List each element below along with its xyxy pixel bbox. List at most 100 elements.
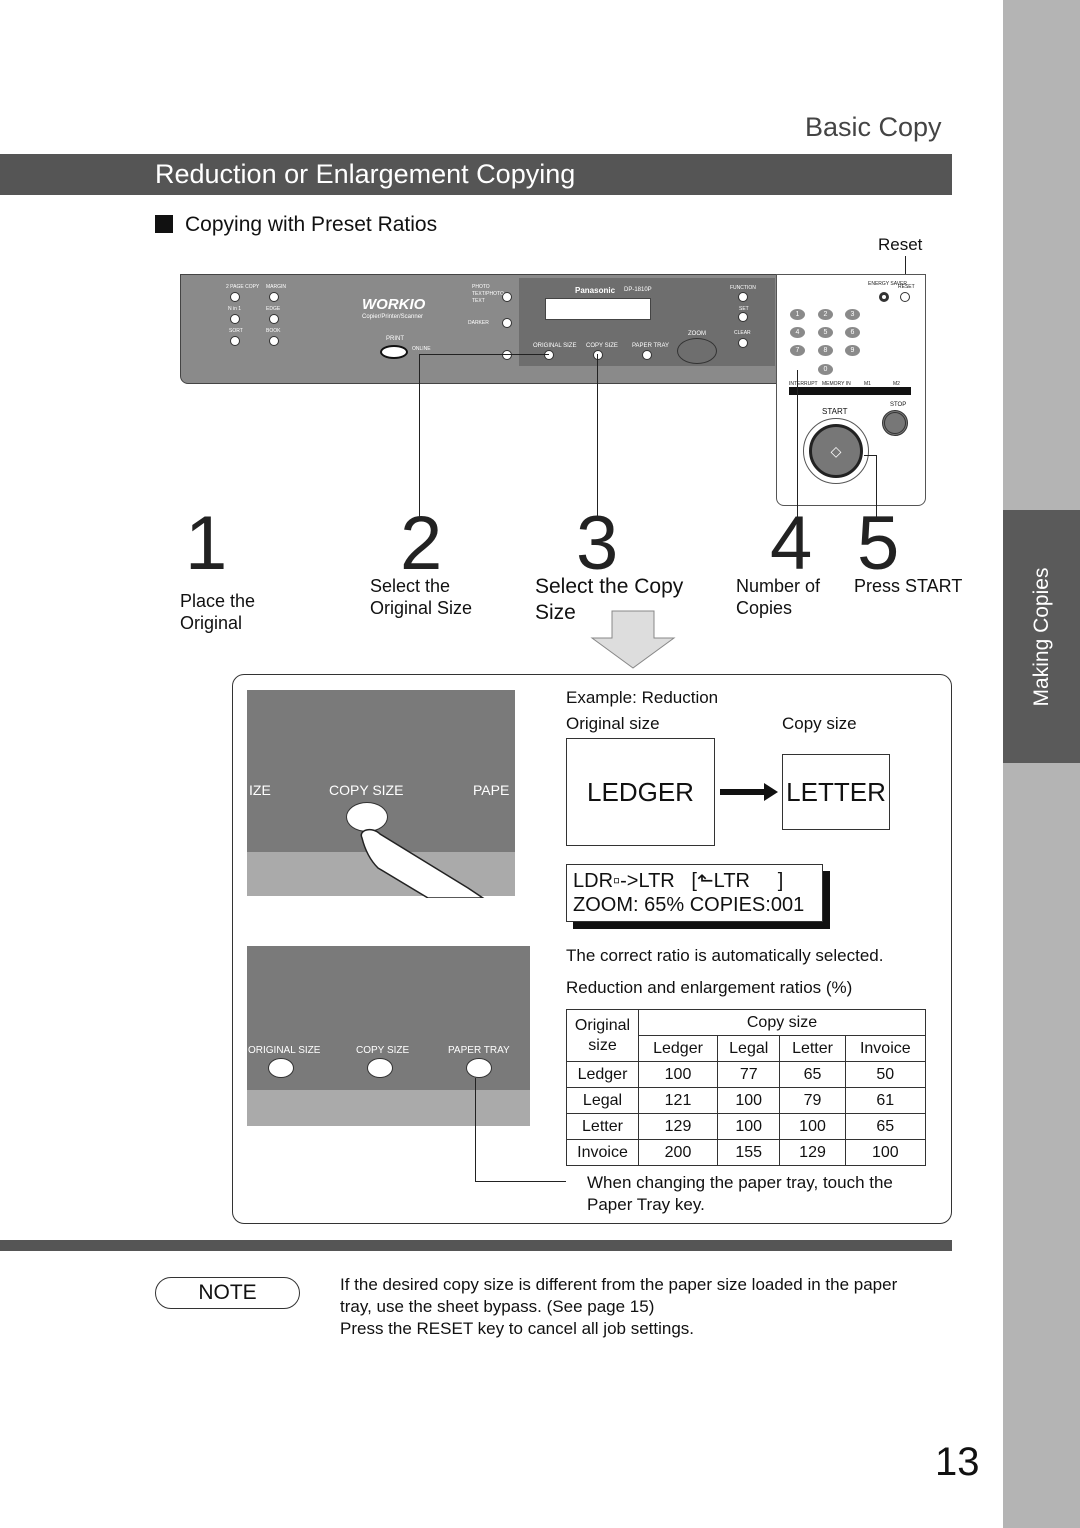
cell: 200 <box>637 1139 719 1166</box>
energy-saver-button[interactable] <box>879 292 889 302</box>
panel-label-photo: PHOTO <box>472 284 490 290</box>
panel-label-start: START <box>822 407 848 416</box>
photo1-label-right: PAPE <box>473 782 510 798</box>
auto-ratio-text: The correct ratio is automatically selec… <box>566 946 884 965</box>
cell: 79 <box>779 1087 846 1114</box>
reset-callout: Reset <box>878 235 923 254</box>
tray-leader-h <box>475 1181 566 1182</box>
key-5[interactable]: 5 <box>818 327 833 338</box>
panel-label-darker: DARKER <box>468 320 489 326</box>
zoom-dial[interactable] <box>677 338 717 364</box>
sort-button[interactable] <box>230 336 240 346</box>
panel-label-text: TEXT <box>472 298 485 304</box>
step-2-number: 2 <box>400 501 443 586</box>
clear-button[interactable] <box>738 338 748 348</box>
key-1[interactable]: 1 <box>790 309 805 320</box>
panel-label-print: PRINT <box>386 336 404 342</box>
cell: 100 <box>717 1113 781 1140</box>
leader-5h <box>864 455 876 456</box>
header-original-size: Original size <box>566 1009 639 1062</box>
photo2-label-paper-tray: PAPER TRAY <box>448 1045 510 1056</box>
start-button[interactable]: ◇ <box>809 424 863 478</box>
lcd-display: LDR▫->LTR [⬑LTR ] ZOOM: 65% COPIES:001 <box>566 864 823 922</box>
edge-button[interactable] <box>269 314 279 324</box>
copy-size-box: LETTER <box>782 754 890 830</box>
divider <box>0 1240 952 1251</box>
step-2-text: Select the Original Size <box>370 576 473 618</box>
cell: 61 <box>844 1087 927 1114</box>
example-title: Example: Reduction <box>566 688 719 707</box>
lighter-button[interactable] <box>502 350 512 360</box>
panel-label-edge: EDGE <box>266 306 281 312</box>
set-button[interactable] <box>738 312 748 322</box>
panel-label-copy-size: COPY SIZE <box>586 343 618 349</box>
two-page-copy-button[interactable] <box>230 292 240 302</box>
header-copy-size: Copy size <box>638 1009 926 1036</box>
key-2[interactable]: 2 <box>818 309 833 320</box>
panel-label-paper-tray: PAPER TRAY <box>632 343 670 349</box>
ratio-table: Original size Copy size Ledger Legal Letter… <box>566 1009 927 1166</box>
brand-sub: Copier/Printer/Scanner <box>362 314 424 320</box>
n-in-1-button[interactable] <box>230 314 240 324</box>
stop-button[interactable] <box>882 410 908 436</box>
panel-label-online: ONLINE <box>412 346 431 352</box>
original-size-button[interactable] <box>544 350 554 360</box>
key-8[interactable]: 8 <box>818 345 833 356</box>
panel-label-stop: STOP <box>890 402 907 408</box>
cell: 65 <box>779 1061 846 1088</box>
panel-label-text-photo: TEXT/PHOTO <box>472 291 504 297</box>
cell: 77 <box>717 1061 781 1088</box>
photo2-label-copy-size: COPY SIZE <box>356 1045 410 1056</box>
cell: 155 <box>717 1139 781 1166</box>
model-label: DP-1810P <box>624 287 652 293</box>
tray-leader <box>475 1078 476 1181</box>
ratio-table-title: Reduction and enlargement ratios (%) <box>566 978 853 997</box>
col-header: Letter <box>779 1035 846 1062</box>
key-3[interactable]: 3 <box>845 309 860 320</box>
key-6[interactable]: 6 <box>845 327 860 338</box>
memory-bar <box>789 387 911 395</box>
original-size-label: Original size <box>566 714 660 733</box>
step-4-number: 4 <box>770 501 813 586</box>
col-header: Invoice <box>844 1035 927 1062</box>
panel-display <box>545 298 651 320</box>
table-row: Invoice 200 155 129 100 <box>566 1139 927 1166</box>
tray-note: When changing the paper tray, touch the … <box>587 1173 893 1214</box>
panel-label-function: FUNCTION <box>730 285 756 291</box>
key-7[interactable]: 7 <box>790 345 805 356</box>
panel-label-clear: CLEAR <box>734 330 751 336</box>
photo1-label-left: IZE <box>249 782 271 798</box>
print-button[interactable] <box>380 345 408 359</box>
margin-button[interactable] <box>269 292 279 302</box>
subheading: Copying with Preset Ratios <box>155 213 437 237</box>
page-title: Reduction or Enlargement Copying <box>155 159 576 189</box>
page-number: 13 <box>935 1440 980 1484</box>
table-row: Legal 121 100 79 61 <box>566 1087 927 1114</box>
book-button[interactable] <box>269 336 279 346</box>
col-header: Legal <box>717 1035 781 1062</box>
panel-label-reset: RESET <box>898 284 915 290</box>
copy-size-key-photo2 <box>367 1058 393 1078</box>
function-button[interactable] <box>738 292 748 302</box>
cell: 65 <box>844 1113 927 1140</box>
darker-button[interactable] <box>502 318 512 328</box>
step-5-text: Press START <box>854 576 963 596</box>
panel-label-n-in-1: N in 1 <box>228 306 242 312</box>
note-badge: NOTE <box>155 1277 300 1309</box>
reset-button[interactable] <box>900 292 910 302</box>
key-9[interactable]: 9 <box>845 345 860 356</box>
panel-label-margin: MARGIN <box>266 284 286 290</box>
photo-mode-button[interactable] <box>502 292 512 302</box>
panel-label-book: BOOK <box>266 328 281 334</box>
leader-3 <box>597 354 598 518</box>
paper-tray-button[interactable] <box>642 350 652 360</box>
copy-size-label: Copy size <box>782 714 857 733</box>
lcd-line-1: LDR▫->LTR [⬑LTR ] <box>573 870 784 892</box>
cell: 100 <box>779 1113 846 1140</box>
note-line: Press the RESET key to cancel all job se… <box>340 1319 695 1338</box>
note-line: If the desired copy size is different fr… <box>340 1275 898 1294</box>
key-4[interactable]: 4 <box>790 327 805 338</box>
step-1-text: Place the Original <box>180 591 256 633</box>
copy-size-button[interactable] <box>593 350 603 360</box>
key-0[interactable]: 0 <box>818 364 833 375</box>
